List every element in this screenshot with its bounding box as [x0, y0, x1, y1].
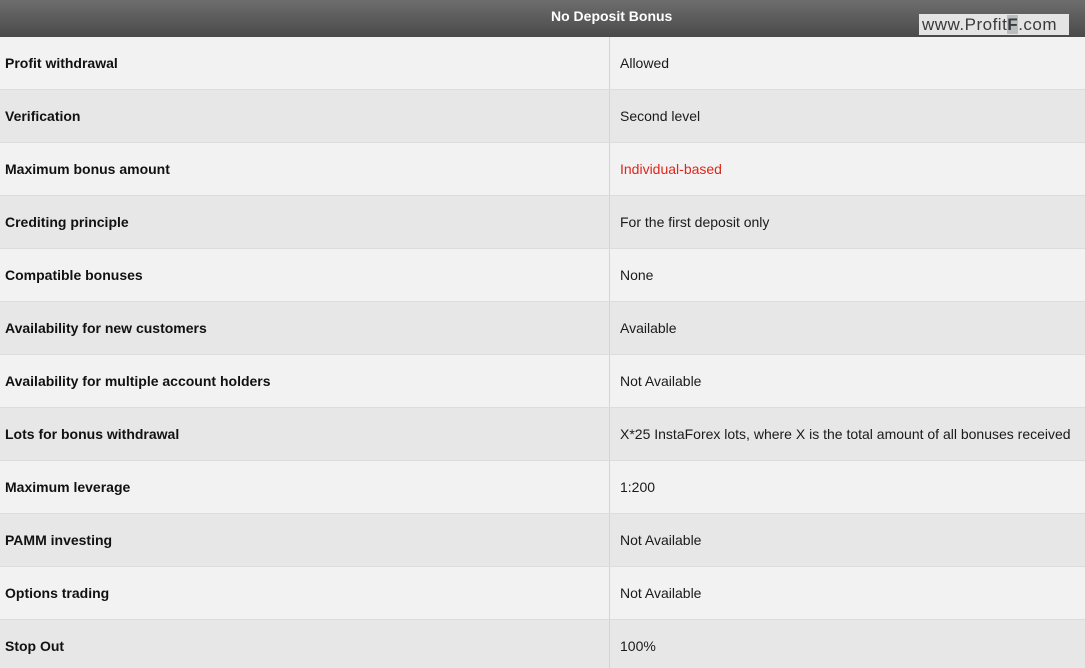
row-label: Availability for multiple account holder… [0, 355, 610, 407]
watermark-text-pre: www.Profit [922, 15, 1008, 34]
row-value: Second level [620, 108, 701, 124]
row-value: For the first deposit only [620, 214, 770, 230]
table-title: No Deposit Bonus [551, 8, 673, 24]
table-row: Stop Out 100% [0, 620, 1085, 668]
row-label: PAMM investing [0, 514, 610, 566]
table-row: Maximum bonus amount Individual-based [0, 143, 1085, 196]
table-row: PAMM investing Not Available [0, 514, 1085, 567]
row-value: 100% [620, 638, 656, 654]
row-value: Not Available [620, 373, 702, 389]
row-label: Lots for bonus withdrawal [0, 408, 610, 460]
watermark-text-post: .com [1018, 15, 1058, 34]
table-body: Profit withdrawal Allowed Verification S… [0, 37, 1085, 668]
table-header: No Deposit Bonus www.ProfitF.com [0, 0, 1085, 37]
row-label: Options trading [0, 567, 610, 619]
watermark-letter-f: F [1007, 15, 1019, 34]
table-row: Lots for bonus withdrawal X*25 InstaFore… [0, 408, 1085, 461]
table-row: Availability for multiple account holder… [0, 355, 1085, 408]
table-row: Options trading Not Available [0, 567, 1085, 620]
row-label: Maximum leverage [0, 461, 610, 513]
row-value: 1:200 [620, 479, 656, 495]
row-value: Available [620, 320, 677, 336]
row-label: Verification [0, 90, 610, 142]
table-row: Verification Second level [0, 90, 1085, 143]
table-row: Availability for new customers Available [0, 302, 1085, 355]
row-value-highlighted: Individual-based [620, 161, 722, 177]
table-row: Crediting principle For the first deposi… [0, 196, 1085, 249]
table-row: Profit withdrawal Allowed [0, 37, 1085, 90]
row-label: Maximum bonus amount [0, 143, 610, 195]
row-value: Not Available [620, 585, 702, 601]
bonus-table: No Deposit Bonus www.ProfitF.com Profit … [0, 0, 1085, 668]
row-label: Availability for new customers [0, 302, 610, 354]
row-label: Stop Out [0, 620, 610, 668]
table-row: Compatible bonuses None [0, 249, 1085, 302]
row-value: X*25 InstaForex lots, where X is the tot… [620, 426, 1071, 442]
row-label: Crediting principle [0, 196, 610, 248]
row-label: Profit withdrawal [0, 37, 610, 89]
watermark-logo: www.ProfitF.com [919, 14, 1069, 35]
row-value: Allowed [620, 55, 670, 71]
row-label: Compatible bonuses [0, 249, 610, 301]
row-value: None [620, 267, 654, 283]
table-row: Maximum leverage 1:200 [0, 461, 1085, 514]
row-value: Not Available [620, 532, 702, 548]
